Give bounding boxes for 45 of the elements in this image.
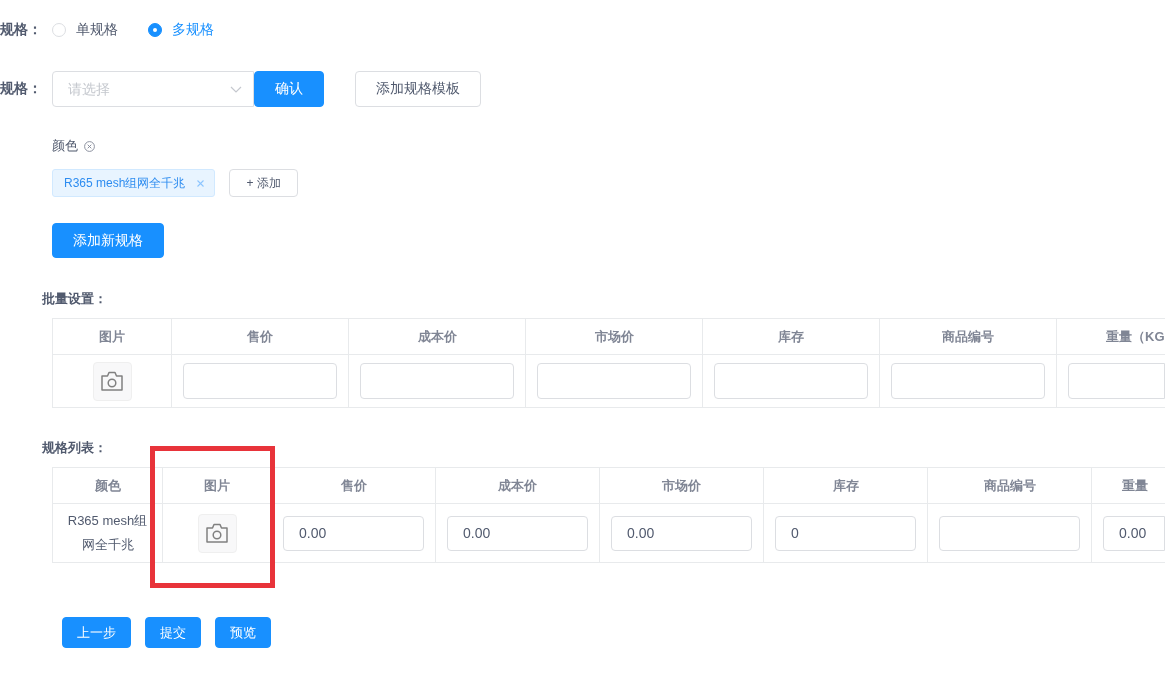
- input-field[interactable]: [939, 515, 1080, 551]
- column-header: 颜色: [94, 477, 121, 493]
- column-header: 商品编号: [942, 328, 994, 344]
- form-label: 规格：: [0, 80, 42, 98]
- input-field[interactable]: [537, 363, 691, 399]
- spec-name: 颜色: [52, 137, 78, 155]
- column-header: 售价: [340, 477, 367, 493]
- close-icon[interactable]: [197, 179, 205, 187]
- column-header: 图片: [99, 328, 125, 344]
- input-field[interactable]: [1068, 363, 1165, 399]
- radio-button[interactable]: [148, 23, 162, 37]
- input-field[interactable]: [891, 363, 1045, 399]
- camera-icon: [206, 523, 228, 543]
- input-field[interactable]: [714, 363, 868, 399]
- close-circle-icon[interactable]: [84, 140, 95, 152]
- image-upload[interactable]: [197, 513, 237, 553]
- column-header: 市场价: [594, 328, 634, 344]
- add-value-button[interactable]: + 添加: [229, 169, 298, 197]
- column-header: 库存: [778, 328, 804, 344]
- input-field[interactable]: [183, 363, 337, 399]
- radio-label[interactable]: 单规格: [76, 21, 118, 39]
- column-header: 成本价: [498, 477, 537, 493]
- input-field[interactable]: 0.00: [1103, 515, 1165, 551]
- image-upload[interactable]: [92, 361, 132, 401]
- input-field[interactable]: [360, 363, 514, 399]
- form-label: 规格：: [0, 21, 42, 39]
- column-header: 重量: [1122, 477, 1148, 493]
- column-header: 市场价: [662, 477, 701, 493]
- input-field[interactable]: 0.00: [447, 515, 588, 551]
- input-field[interactable]: 0.00: [611, 515, 752, 551]
- column-header: 成本价: [417, 328, 457, 344]
- section-title: 批量设置：: [42, 290, 107, 308]
- column-header: 重量（KG: [1106, 328, 1165, 344]
- column-header: 商品编号: [983, 477, 1036, 493]
- section-title: 规格列表：: [42, 439, 107, 457]
- table-cell: R365 mesh组网全千兆: [52, 503, 163, 563]
- add-template-button[interactable]: 添加规格模板: [355, 71, 481, 107]
- camera-icon: [101, 371, 123, 391]
- tag-label: R365 mesh组网全千兆: [64, 174, 186, 192]
- column-header: 售价: [247, 328, 273, 344]
- column-header: 库存: [832, 477, 859, 493]
- chevron-down-icon[interactable]: [230, 86, 242, 93]
- input-field[interactable]: 0: [775, 515, 916, 551]
- column-header: 图片: [204, 477, 230, 493]
- input-field[interactable]: 0.00: [283, 515, 424, 551]
